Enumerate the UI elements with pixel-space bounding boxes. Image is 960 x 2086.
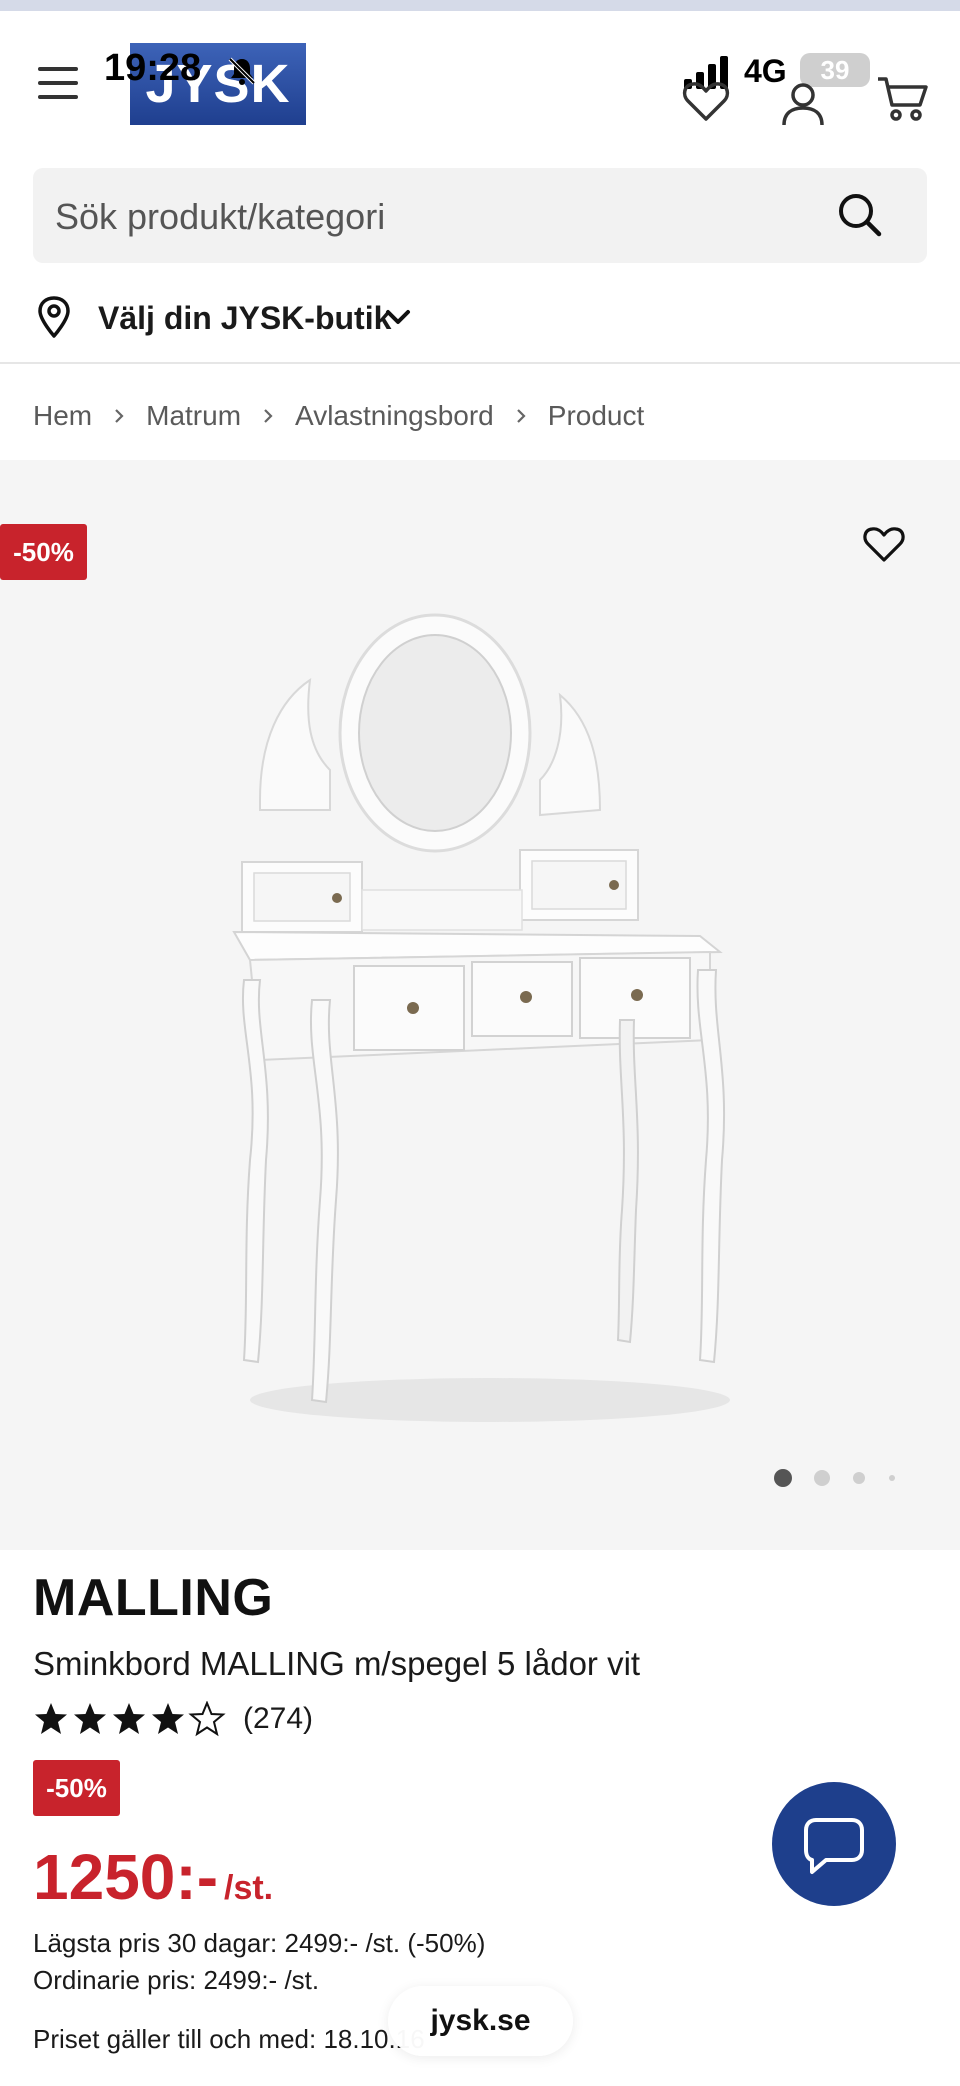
chat-button[interactable] (772, 1782, 896, 1906)
breadcrumb-item-product: Product (547, 400, 645, 431)
carousel-dot-1 (774, 1469, 792, 1487)
search-icon[interactable] (835, 190, 885, 240)
site-header: JYSK 19:28 4G 39 (0, 11, 960, 161)
price-value: 1250:- (33, 1841, 218, 1913)
product-image[interactable] (220, 600, 740, 1460)
price-unit: /st. (224, 1869, 274, 1907)
wishlist-heart-icon[interactable] (862, 524, 906, 564)
location-pin-icon (38, 296, 70, 338)
cart-icon[interactable] (876, 73, 928, 123)
regular-price-text: Ordinarie pris: 2499:- /st. (33, 1965, 320, 1995)
breadcrumb-item-matrum[interactable]: Matrum (146, 400, 241, 432)
store-label: Välj din JYSK-butik (98, 300, 392, 336)
product-brand: MALLING (33, 1569, 274, 1627)
browser-url-bar[interactable]: jysk.se (388, 1986, 573, 2056)
review-count: (274) (243, 1702, 314, 1735)
store-selector[interactable]: Välj din JYSK-butik (33, 292, 453, 342)
chat-bubble-icon (804, 1818, 864, 1874)
search-input[interactable]: Sök produkt/kategori (33, 168, 927, 263)
status-time: 19:28 (104, 47, 202, 89)
search-placeholder: Sök produkt/kategori (55, 196, 386, 237)
header-divider (0, 362, 960, 364)
bell-muted-icon (228, 57, 256, 85)
heart-icon[interactable] (682, 79, 730, 123)
chevron-down-icon (386, 310, 410, 324)
breadcrumb-item-hem[interactable]: Hem (33, 400, 92, 432)
carousel-dot-4 (889, 1475, 895, 1481)
product-price: 1250:-/st. (33, 1840, 273, 1914)
lowest-price-text: Lägsta pris 30 dagar: 2499:- /st. (-50%) (33, 1928, 486, 1958)
chevron-right-icon (516, 409, 526, 423)
product-gallery[interactable]: -50% (0, 460, 960, 1550)
chevron-right-icon (115, 409, 124, 423)
carousel-dot-2 (814, 1470, 830, 1486)
product-rating[interactable]: (274) (33, 1698, 313, 1740)
chevron-right-icon (264, 409, 273, 423)
discount-badge: -50% (0, 524, 87, 580)
rating-stars-icon (35, 1701, 226, 1737)
hamburger-icon[interactable] (38, 67, 80, 99)
breadcrumb: Hem Matrum Avlastningsbord Product (33, 396, 644, 436)
user-icon[interactable] (780, 81, 826, 127)
product-name: Sminkbord MALLING m/spegel 5 lådor vit (33, 1645, 641, 1682)
top-strip (0, 0, 960, 11)
price-valid-text: Priset gäller till och med: 18.10.16 (33, 2024, 425, 2054)
carousel-dot-3 (853, 1472, 865, 1484)
carousel-dots[interactable] (772, 1464, 912, 1492)
breadcrumb-item-avlastningsbord[interactable]: Avlastningsbord (295, 400, 494, 432)
price-discount-badge: -50% (33, 1760, 120, 1816)
